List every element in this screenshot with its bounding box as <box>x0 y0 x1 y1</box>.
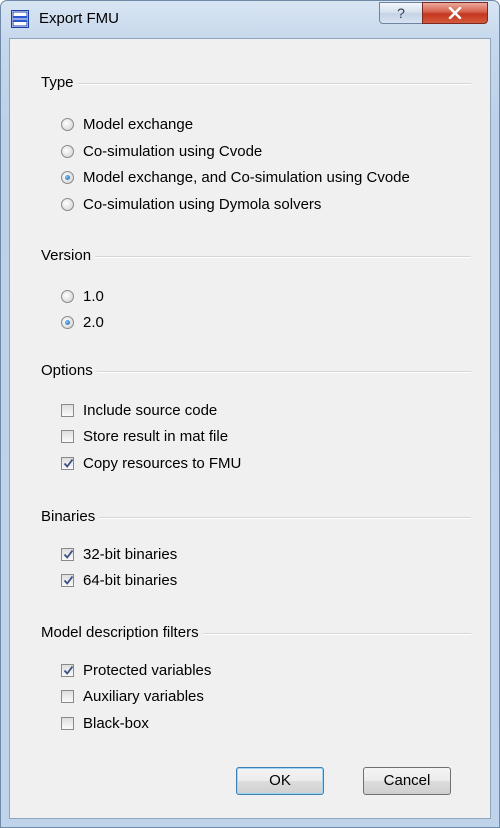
checkmark-icon <box>63 549 74 559</box>
binaries-group-title: Binaries <box>41 508 100 526</box>
cancel-button[interactable]: Cancel <box>363 767 451 795</box>
type-group-divider <box>41 83 471 85</box>
checkbox-32-bit-binaries[interactable]: 32-bit binaries <box>61 545 261 565</box>
radio-button[interactable] <box>61 145 74 158</box>
radio-label: 1.0 <box>83 288 104 305</box>
checkbox[interactable] <box>61 664 74 677</box>
radio-model-exchange-and-co-simulation[interactable]: Model exchange, and Co-simulation using … <box>61 168 471 188</box>
checkbox-64-bit-binaries[interactable]: 64-bit binaries <box>61 571 261 591</box>
checkbox-label: Copy resources to FMU <box>83 455 242 472</box>
checkbox-label: Auxiliary variables <box>83 688 204 705</box>
checkbox-auxiliary-variables[interactable]: Auxiliary variables <box>61 687 281 707</box>
options-group-title: Options <box>41 362 97 380</box>
radio-button[interactable] <box>61 316 74 329</box>
radio-model-exchange[interactable]: Model exchange <box>61 115 361 135</box>
checkmark-icon <box>63 575 74 585</box>
checkbox-store-result-mat[interactable]: Store result in mat file <box>61 427 321 447</box>
title-bar[interactable]: Export FMU ? <box>1 1 499 37</box>
checkbox-protected-variables[interactable]: Protected variables <box>61 661 281 681</box>
help-icon: ? <box>397 5 405 21</box>
radio-button[interactable] <box>61 198 74 211</box>
close-icon <box>448 6 462 20</box>
checkbox-label: Protected variables <box>83 662 212 679</box>
checkbox[interactable] <box>61 717 74 730</box>
type-group-title: Type <box>41 74 78 92</box>
radio-label: 2.0 <box>83 314 104 331</box>
checkbox-label: Black-box <box>83 715 149 732</box>
radio-co-simulation-dymola[interactable]: Co-simulation using Dymola solvers <box>61 195 401 215</box>
radio-label: Model exchange <box>83 116 194 133</box>
close-button[interactable] <box>422 2 488 24</box>
options-group-divider <box>41 371 471 373</box>
checkbox[interactable] <box>61 574 74 587</box>
radio-version-2-0[interactable]: 2.0 <box>61 313 181 333</box>
radio-version-1-0[interactable]: 1.0 <box>61 287 181 307</box>
radio-button[interactable] <box>61 171 74 184</box>
checkbox-black-box[interactable]: Black-box <box>61 714 281 734</box>
help-button[interactable]: ? <box>379 2 423 24</box>
checkbox[interactable] <box>61 690 74 703</box>
checkbox-copy-resources[interactable]: Copy resources to FMU <box>61 454 321 474</box>
radio-label: Co-simulation using Dymola solvers <box>83 196 322 213</box>
version-group-title: Version <box>41 247 96 265</box>
radio-co-simulation-cvode[interactable]: Co-simulation using Cvode <box>61 142 361 162</box>
checkbox[interactable] <box>61 430 74 443</box>
checkbox[interactable] <box>61 404 74 417</box>
checkbox[interactable] <box>61 548 74 561</box>
version-group-divider <box>41 256 471 258</box>
binaries-group-divider <box>41 517 471 519</box>
checkbox-label: Include source code <box>83 402 218 419</box>
checkbox-label: 32-bit binaries <box>83 546 178 563</box>
window-title: Export FMU <box>39 10 120 27</box>
checkmark-icon <box>63 458 74 468</box>
radio-label: Co-simulation using Cvode <box>83 143 263 160</box>
ok-button[interactable]: OK <box>236 767 324 795</box>
checkbox-label: Store result in mat file <box>83 428 229 445</box>
radio-button[interactable] <box>61 118 74 131</box>
checkbox[interactable] <box>61 457 74 470</box>
dialog-body: Type Model exchange Co-simulation using … <box>9 38 491 819</box>
app-icon <box>11 10 29 28</box>
checkmark-icon <box>63 665 74 675</box>
radio-label: Model exchange, and Co-simulation using … <box>83 169 410 186</box>
export-fmu-dialog: Export FMU ? Type Model exchange Co-simu… <box>0 0 500 828</box>
checkbox-label: 64-bit binaries <box>83 572 178 589</box>
radio-button[interactable] <box>61 290 74 303</box>
checkbox-include-source-code[interactable]: Include source code <box>61 401 321 421</box>
filters-group-title: Model description filters <box>41 624 203 642</box>
